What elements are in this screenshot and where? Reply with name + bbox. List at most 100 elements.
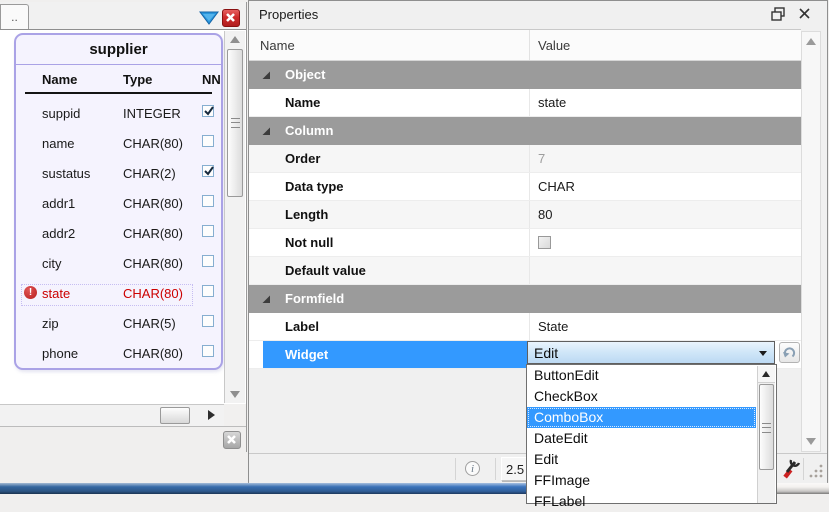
property-name: Widget [285, 347, 328, 362]
entity-row[interactable]: !stateCHAR(80) [16, 279, 221, 309]
section-expanded-icon [262, 71, 271, 80]
grid-header-row: Name Value [249, 29, 801, 61]
grip-dots-icon [807, 462, 825, 480]
error-icon: ! [24, 286, 37, 299]
info-icon[interactable]: i [465, 461, 480, 476]
properties-header[interactable]: Properties [249, 1, 827, 29]
bottom-bar-close-button[interactable] [223, 431, 241, 449]
property-row-not-null[interactable]: Not null [249, 229, 801, 257]
diagram-panel: .. supplier Name Type NN suppidINTEGERna… [0, 2, 247, 452]
notnull-checkbox[interactable] [538, 236, 551, 249]
dropdown-option-dateedit[interactable]: DateEdit [527, 428, 756, 449]
tab-close-button[interactable] [222, 9, 240, 27]
diagram-tab[interactable]: .. [0, 4, 29, 29]
scroll-grip [762, 423, 771, 433]
entity-table-supplier[interactable]: supplier Name Type NN suppidINTEGERnameC… [14, 33, 223, 370]
dropdown-option-edit[interactable]: Edit [527, 449, 756, 470]
scroll-up-arrow-icon[interactable] [758, 366, 775, 383]
property-name: Length [285, 207, 328, 222]
entity-header-notnull: NN [202, 72, 221, 87]
entity-notnull-checkbox[interactable] [202, 315, 214, 327]
entity-row[interactable]: addr1CHAR(80) [16, 189, 221, 219]
revert-value-button[interactable] [779, 342, 800, 363]
property-section-header[interactable]: Formfield [249, 285, 801, 313]
entity-notnull-checkbox[interactable] [202, 165, 214, 177]
property-row-order[interactable]: Order7 [249, 145, 801, 173]
scroll-right-arrow-icon[interactable] [208, 410, 215, 420]
float-window-icon[interactable] [771, 7, 786, 21]
entity-row[interactable]: nameCHAR(80) [16, 129, 221, 159]
diagram-vertical-scrollbar[interactable] [224, 31, 245, 403]
property-section-header[interactable]: Column [249, 117, 801, 145]
scroll-up-arrow-icon[interactable] [230, 36, 240, 43]
entity-field-type: CHAR(80) [123, 196, 183, 211]
entity-row[interactable]: cityCHAR(80) [16, 249, 221, 279]
entity-row[interactable]: phoneCHAR(80) [16, 339, 221, 369]
property-value[interactable]: CHAR [538, 179, 575, 194]
entity-notnull-checkbox[interactable] [202, 135, 214, 147]
entity-notnull-checkbox[interactable] [202, 285, 214, 297]
property-value[interactable]: state [538, 95, 566, 110]
property-row-label[interactable]: LabelState [249, 313, 801, 341]
statusbar-separator [803, 458, 804, 480]
entity-field-name: suppid [42, 106, 80, 121]
property-row-data-type[interactable]: Data typeCHAR [249, 173, 801, 201]
entity-field-type: CHAR(80) [123, 226, 183, 241]
dropdown-option-buttonedit[interactable]: ButtonEdit [527, 365, 756, 386]
entity-field-name: zip [42, 316, 59, 331]
entity-row[interactable]: suppid INTEGER [16, 99, 221, 129]
chevron-down-icon[interactable] [759, 351, 767, 356]
scroll-down-arrow-icon[interactable] [806, 438, 816, 445]
scroll-down-arrow-icon[interactable] [230, 391, 240, 398]
property-row-length[interactable]: Length 80 [249, 201, 801, 229]
widget-combobox[interactable]: Edit [527, 341, 775, 364]
entity-header-name: Name [42, 72, 77, 87]
entity-row[interactable]: addr2 CHAR(80) [16, 219, 221, 249]
entity-field-name: addr2 [42, 226, 75, 241]
entity-notnull-checkbox[interactable] [202, 255, 214, 267]
entity-row[interactable]: sustatusCHAR(2) [16, 159, 221, 189]
entity-title[interactable]: supplier [16, 35, 221, 65]
entity-field-type: INTEGER [123, 106, 181, 121]
property-value[interactable]: State [538, 319, 568, 334]
property-name: Default value [285, 263, 366, 278]
scroll-up-arrow-icon[interactable] [806, 38, 816, 45]
dropdown-scroll-thumb[interactable] [759, 384, 774, 470]
property-row-default-value[interactable]: Default value [249, 257, 801, 285]
entity-notnull-checkbox[interactable] [202, 225, 214, 237]
property-row-name[interactable]: Name state [249, 89, 801, 117]
dropdown-option-combobox[interactable]: ComboBox [527, 407, 756, 428]
diagram-canvas[interactable]: supplier Name Type NN suppidINTEGERnameC… [0, 30, 246, 404]
property-value[interactable]: 7 [538, 151, 545, 166]
properties-close-button[interactable] [797, 6, 813, 22]
section-expanded-icon [262, 127, 271, 136]
diagram-horizontal-scrollbar[interactable] [0, 404, 224, 426]
property-section-header[interactable]: Object [249, 61, 801, 89]
scroll-grip [231, 118, 240, 128]
wrench-icon [779, 458, 801, 480]
entity-notnull-checkbox[interactable] [202, 195, 214, 207]
property-value[interactable]: 80 [538, 207, 552, 222]
dropdown-scrollbar[interactable] [757, 366, 775, 503]
properties-scrollbar[interactable] [801, 31, 821, 452]
widget-dropdown-list: ButtonEditCheckBoxComboBoxDateEditEditFF… [526, 364, 777, 504]
dropdown-option-fflabel[interactable]: FFLabel [527, 491, 756, 512]
entity-rows: suppidINTEGERnameCHAR(80)sustatusCHAR(2)… [16, 95, 221, 369]
horizontal-scroll-thumb[interactable] [160, 407, 190, 424]
tab-list-menu-icon[interactable] [199, 10, 219, 26]
wrench-tools-icon[interactable] [779, 458, 801, 480]
entity-notnull-checkbox[interactable] [202, 345, 214, 357]
statusbar-separator [455, 458, 456, 480]
property-name: Name [285, 95, 320, 110]
entity-field-name: name [42, 136, 75, 151]
section-label: Formfield [285, 291, 344, 306]
dropdown-option-ffimage[interactable]: FFImage [527, 470, 756, 491]
entity-field-name: city [42, 256, 62, 271]
resize-grip[interactable] [807, 462, 825, 480]
restore-icon [771, 7, 786, 21]
vertical-scroll-thumb[interactable] [227, 49, 243, 197]
entity-notnull-checkbox[interactable] [202, 105, 214, 117]
entity-row[interactable]: zipCHAR(5) [16, 309, 221, 339]
dropdown-option-checkbox[interactable]: CheckBox [527, 386, 756, 407]
diagram-bottom-bar [0, 426, 246, 452]
